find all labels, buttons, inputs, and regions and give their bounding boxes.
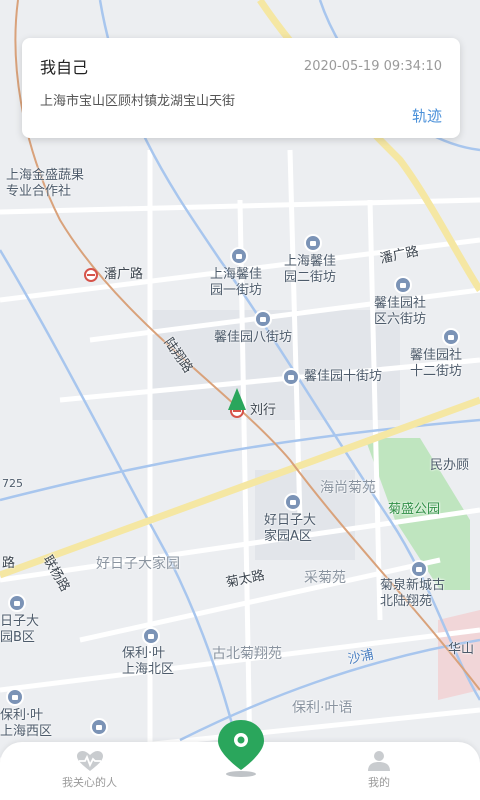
map-label-lu-left: 路 xyxy=(2,556,16,571)
residence-icon xyxy=(284,493,302,511)
map-label-gubei: 古北菊翔苑 xyxy=(212,646,282,662)
map-label-minban: 民办顾 xyxy=(430,458,470,473)
metro-station-icon xyxy=(84,268,98,282)
tab-mine-label: 我的 xyxy=(368,776,390,789)
map-label-road-725: 725 xyxy=(2,477,23,490)
residence-icon xyxy=(6,688,24,706)
location-address: 上海市宝山区顾村镇龙湖宝山天街 xyxy=(40,94,236,109)
map-label-xinjia-8: 馨佳园八街坊 xyxy=(214,330,293,345)
map-label-xinjia-1: 上海馨佳 园一街坊 xyxy=(210,267,263,298)
residence-icon xyxy=(8,594,26,612)
residence-icon xyxy=(142,627,160,645)
user-icon xyxy=(368,751,390,771)
map-label-baoli-north: 保利·叶 上海北区 xyxy=(122,646,175,677)
person-name: 我自己 xyxy=(40,58,89,77)
map-label-xinjia-2: 上海馨佳 园二街坊 xyxy=(284,254,337,285)
residence-icon xyxy=(394,276,412,294)
map-label-baoli-west: 保利·叶 上海西区 xyxy=(0,708,53,739)
residence-icon xyxy=(304,234,322,252)
map-label-xinjia-6: 馨佳园社 区六街坊 xyxy=(374,296,427,327)
tab-mine[interactable]: 我的 xyxy=(366,750,392,790)
map-label-haorizi-a: 好日子大 家园A区 xyxy=(264,513,317,544)
residence-icon xyxy=(282,368,300,386)
residence-icon xyxy=(442,328,460,346)
locate-pin-button[interactable] xyxy=(214,718,268,778)
residence-icon xyxy=(410,560,428,578)
map-label-baoli-yeyu: 保利·叶语 xyxy=(292,700,353,716)
track-button[interactable]: 轨迹 xyxy=(412,105,442,126)
map-label-liuhang: 刘行 xyxy=(250,403,277,418)
residence-icon xyxy=(254,310,272,328)
residence-icon xyxy=(90,718,108,736)
map-label-xinjia-12: 馨佳园社 十二街坊 xyxy=(410,348,463,379)
tab-care[interactable]: 我关心的人 xyxy=(62,750,117,790)
map-label-haorizi-b: 日子大 园B区 xyxy=(0,614,40,645)
location-timestamp: 2020-05-19 09:34:10 xyxy=(303,58,442,74)
map-label-haorizi: 好日子大家园 xyxy=(96,556,180,572)
map-label-caiju: 采菊苑 xyxy=(304,570,346,586)
residence-icon xyxy=(230,247,248,265)
tab-care-label: 我关心的人 xyxy=(62,776,117,789)
map-label-juquan: 菊泉新城古 北陆翔苑 xyxy=(380,578,446,609)
heart-pulse-icon xyxy=(76,751,103,771)
map-label-panguang-station: 潘广路 xyxy=(104,267,144,282)
map-label-huashan: 华山 xyxy=(448,642,475,657)
location-info-card: 我自己 2020-05-19 09:34:10 上海市宝山区顾村镇龙湖宝山天街 … xyxy=(22,38,460,138)
map-label-jinsheng: 上海金盛蔬果 专业合作社 xyxy=(6,168,85,199)
location-arrow-icon[interactable] xyxy=(228,388,246,410)
map-label-haishang: 海尚菊苑 xyxy=(320,480,376,496)
map-label-xinjia-10: 馨佳园十街坊 xyxy=(304,369,383,384)
map-label-jusheng: 菊盛公园 xyxy=(388,502,441,517)
